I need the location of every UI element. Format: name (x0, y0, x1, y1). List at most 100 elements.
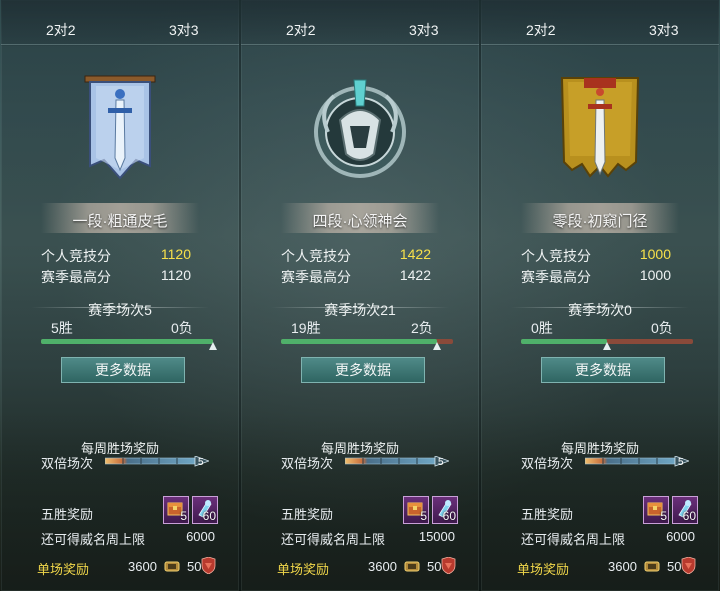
losses-count: 0负 (651, 320, 673, 336)
mode-tabs: 2对2 3对3 (481, 0, 719, 46)
season-matches: 赛季场次0 (568, 302, 632, 318)
rank-emblem-icon (310, 70, 410, 190)
shield-icon (201, 556, 216, 575)
single-match-reward-label: 单场奖励 (517, 562, 570, 577)
five-win-reward-label: 五胜奖励 (281, 507, 334, 522)
tab-3v3[interactable]: 3对3 (649, 20, 679, 40)
single-match-reward-label: 单场奖励 (37, 562, 90, 577)
tab-divider (481, 44, 719, 45)
chest-count: 5 (420, 509, 427, 523)
win-bar-fill (41, 339, 213, 344)
tab-divider (241, 44, 479, 45)
fame-cap-label: 还可得威名周上限 (281, 532, 386, 547)
fame-cap-value: 6000 (666, 529, 695, 544)
reward-scroll-icon[interactable]: 60 (432, 496, 458, 524)
personal-score-value: 1120 (160, 246, 191, 262)
chest-count: 5 (660, 509, 667, 523)
shield-icon (441, 556, 456, 575)
rank-title: 零段·初窥门径 (552, 213, 648, 230)
personal-score-row: 个人竞技分 1422 (281, 246, 431, 264)
reward-chest-icon[interactable]: 5 (403, 496, 429, 524)
tab-3v3[interactable]: 3对3 (169, 20, 199, 40)
personal-score-label: 个人竞技分 (281, 248, 351, 264)
single-reward-coins: 3600 (608, 559, 637, 574)
personal-score-value: 1422 (399, 246, 431, 262)
tab-divider (1, 44, 239, 45)
win-ratio-marker-icon (432, 342, 441, 350)
wins-count: 19胜 (291, 320, 321, 336)
five-win-reward-label: 五胜奖励 (521, 507, 574, 522)
svg-text:5: 5 (678, 457, 684, 468)
fame-cap-value: 6000 (186, 529, 215, 544)
wins-count: 0胜 (531, 320, 553, 336)
more-data-button[interactable]: 更多数据 (61, 357, 185, 383)
season-high-value: 1422 (399, 267, 431, 283)
tab-3v3[interactable]: 3对3 (409, 20, 439, 40)
tab-2v2[interactable]: 2对2 (46, 20, 76, 40)
season-high-row: 赛季最高分 1422 (281, 267, 431, 285)
single-reward-points: 50 (187, 559, 202, 574)
coin-icon (404, 559, 420, 573)
double-matches-progress: 5 (105, 456, 209, 468)
win-bar-fill (521, 339, 607, 344)
single-reward-points: 50 (667, 559, 682, 574)
season-high-value: 1120 (160, 267, 191, 283)
more-data-button[interactable]: 更多数据 (541, 357, 665, 383)
scroll-count: 60 (682, 509, 696, 523)
more-data-button[interactable]: 更多数据 (301, 357, 425, 383)
mode-tabs: 2对2 3对3 (1, 0, 239, 46)
losses-count: 2负 (411, 320, 433, 336)
personal-score-value: 1000 (639, 246, 671, 262)
arena-panel-2: 2对2 3对3 零段·初窥门径 个人竞技分 1000 赛季最高分 1000 赛季… (481, 0, 719, 591)
coin-icon (644, 559, 660, 573)
season-high-label: 赛季最高分 (521, 269, 591, 285)
scroll-count: 60 (202, 509, 216, 523)
season-high-row: 赛季最高分 1120 (41, 267, 191, 285)
tab-2v2[interactable]: 2对2 (526, 20, 556, 40)
fame-cap-label: 还可得威名周上限 (521, 532, 626, 547)
tab-2v2[interactable]: 2对2 (286, 20, 316, 40)
win-loss-bar (41, 339, 213, 344)
reward-scroll-icon[interactable]: 60 (672, 496, 698, 524)
season-high-label: 赛季最高分 (41, 269, 111, 285)
double-matches-label: 双倍场次 (281, 456, 334, 471)
double-matches-progress: 5 (345, 456, 449, 468)
personal-score-label: 个人竞技分 (41, 248, 111, 264)
weekly-reward-title: 每周胜场奖励 (560, 441, 639, 456)
reward-chest-icon[interactable]: 5 (643, 496, 669, 524)
single-reward-coins: 3600 (368, 559, 397, 574)
personal-score-row: 个人竞技分 1000 (521, 246, 671, 264)
season-matches: 赛季场次21 (324, 302, 396, 318)
svg-text:5: 5 (438, 457, 444, 468)
wins-count: 5胜 (51, 320, 73, 336)
losses-count: 0负 (171, 320, 193, 336)
win-ratio-marker-icon (209, 342, 217, 350)
fame-cap-label: 还可得威名周上限 (41, 532, 146, 547)
single-match-reward-label: 单场奖励 (277, 562, 330, 577)
double-matches-progress: 5 (585, 456, 689, 468)
weekly-reward-title: 每周胜场奖励 (80, 441, 159, 456)
rank-title: 一段·粗通皮毛 (72, 213, 168, 230)
arena-panel-0: 2对2 3对3 一段·粗通皮毛 个人竞技分 1120 赛季最高分 1120 赛季… (1, 0, 239, 591)
single-reward-points: 50 (427, 559, 442, 574)
win-ratio-marker-icon (603, 342, 611, 350)
coin-icon (164, 559, 180, 573)
mode-tabs: 2对2 3对3 (241, 0, 479, 46)
reward-chest-icon[interactable]: 5 (163, 496, 189, 524)
svg-text:5: 5 (198, 457, 204, 468)
season-high-value: 1000 (639, 267, 671, 283)
win-bar-fill (281, 339, 437, 344)
weekly-reward-title: 每周胜场奖励 (320, 441, 399, 456)
reward-scroll-icon[interactable]: 60 (192, 496, 218, 524)
chest-count: 5 (180, 509, 187, 523)
rank-title: 四段·心领神会 (312, 213, 408, 230)
fame-cap-value: 15000 (418, 529, 455, 544)
arena-panel-1: 2对2 3对3 四段·心领神会 个人竞技分 1422 赛季最高分 1422 赛季… (241, 0, 479, 591)
season-matches: 赛季场次5 (88, 302, 152, 318)
rank-emblem-icon (70, 70, 170, 190)
personal-score-row: 个人竞技分 1120 (41, 246, 191, 264)
double-matches-label: 双倍场次 (41, 456, 94, 471)
personal-score-label: 个人竞技分 (521, 248, 591, 264)
shield-icon (681, 556, 696, 575)
scroll-count: 60 (442, 509, 456, 523)
